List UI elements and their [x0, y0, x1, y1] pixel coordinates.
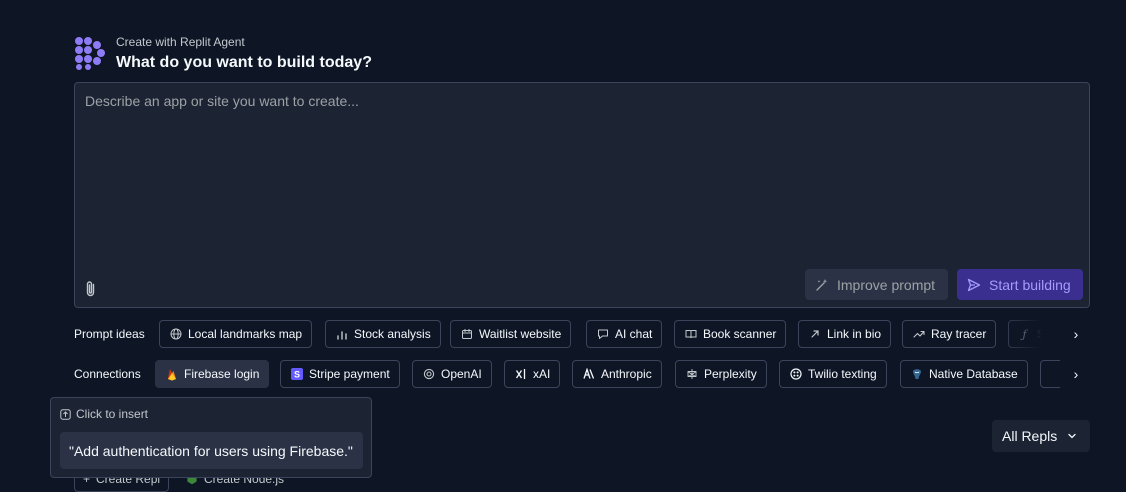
prompt-idea-chip[interactable]: Book scanner [674, 320, 787, 348]
prompt-ideas-row: Prompt ideas Local landmarks map Stock a… [74, 320, 1090, 348]
improve-prompt-label: Improve prompt [837, 276, 936, 293]
prompt-idea-label: St [1037, 327, 1049, 341]
chevron-right-icon[interactable]: › [1066, 360, 1086, 388]
connections-list: Firebase login S Stripe payment OpenAI x… [155, 360, 1060, 388]
prompt-idea-chip[interactable]: AI chat [586, 320, 663, 348]
prompt-idea-label: Book scanner [703, 327, 777, 341]
connection-chip-database[interactable]: Native Database [900, 360, 1028, 388]
start-building-label: Start building [989, 276, 1071, 293]
svg-text:S: S [293, 370, 299, 380]
prompt-idea-label: Ray tracer [931, 327, 987, 341]
link-icon [808, 328, 821, 341]
start-building-button[interactable]: Start building [957, 269, 1083, 300]
connection-chip-stripe[interactable]: S Stripe payment [280, 360, 400, 388]
globe-icon [169, 328, 182, 341]
prompt-idea-chip[interactable]: Link in bio [798, 320, 892, 348]
connection-chip-partial[interactable] [1040, 360, 1060, 388]
insert-tooltip: Click to insert "Add authentication for … [50, 397, 372, 478]
agent-page: Create with Replit Agent What do you wan… [0, 0, 1126, 492]
connection-label: Twilio texting [808, 367, 877, 381]
paperclip-icon[interactable] [84, 280, 98, 298]
twilio-icon [789, 368, 802, 381]
connection-chip-perplexity[interactable]: Perplexity [675, 360, 767, 388]
firebase-icon [165, 368, 178, 381]
sparkle-wand-icon [816, 278, 828, 291]
agent-header: Create with Replit Agent What do you wan… [74, 34, 372, 74]
function-icon: ƒ [1022, 327, 1027, 341]
book-icon [684, 328, 697, 341]
connection-label: Anthropic [601, 367, 652, 381]
anthropic-icon [582, 368, 595, 381]
trend-icon [912, 328, 925, 341]
prompt-ideas-list: Local landmarks map Stock analysis Waitl… [159, 320, 1060, 348]
connection-label: Perplexity [704, 367, 757, 381]
connection-chip-anthropic[interactable]: Anthropic [572, 360, 662, 388]
perplexity-icon [685, 368, 698, 381]
xai-icon [514, 368, 527, 381]
prompt-idea-chip[interactable]: Ray tracer [902, 320, 997, 348]
prompt-idea-chip[interactable]: Stock analysis [325, 320, 441, 348]
prompt-idea-chip[interactable]: Waitlist website [450, 320, 572, 348]
bar-chart-icon [335, 328, 348, 341]
connection-chip-openai[interactable]: OpenAI [412, 360, 492, 388]
connections-label: Connections [74, 367, 141, 381]
prompt-input[interactable] [75, 83, 1089, 263]
repls-filter-label: All Repls [1002, 428, 1058, 444]
connection-chip-twilio[interactable]: Twilio texting [779, 360, 887, 388]
tooltip-header-label: Click to insert [76, 407, 149, 421]
connection-label: Native Database [929, 367, 1018, 381]
prompt-ideas-label: Prompt ideas [74, 327, 145, 341]
replit-agent-logo-icon [75, 37, 105, 70]
prompt-idea-label: Waitlist website [479, 327, 562, 341]
connection-label: OpenAI [441, 367, 482, 381]
calendar-icon [460, 328, 473, 341]
agent-subtitle: Create with Replit Agent [116, 35, 245, 49]
chevron-down-icon [1068, 433, 1076, 439]
send-icon [967, 278, 981, 291]
tooltip-header: Click to insert [60, 407, 148, 421]
tooltip-suggestion[interactable]: "Add authentication for users using Fire… [60, 432, 363, 469]
prompt-idea-label: AI chat [615, 327, 653, 341]
database-icon [910, 368, 923, 381]
openai-icon [422, 368, 435, 381]
prompt-idea-chip[interactable]: ƒ St [1008, 320, 1060, 348]
stripe-icon: S [290, 368, 303, 381]
prompt-idea-label: Stock analysis [354, 327, 431, 341]
connection-label: xAI [533, 367, 551, 381]
connection-chip-xai[interactable]: xAI [504, 360, 561, 388]
prompt-idea-label: Link in bio [827, 327, 882, 341]
connection-label: Stripe payment [309, 367, 390, 381]
chevron-right-icon[interactable]: › [1066, 320, 1086, 348]
chat-icon [596, 328, 609, 341]
insert-icon [60, 408, 71, 420]
prompt-idea-chip[interactable]: Local landmarks map [159, 320, 313, 348]
connection-chip-firebase[interactable]: Firebase login [155, 360, 270, 388]
improve-prompt-button[interactable]: Improve prompt [805, 269, 948, 300]
connections-row: Connections Firebase login S Stripe paym… [74, 360, 1090, 388]
page-title: What do you want to build today? [116, 54, 372, 71]
prompt-box: Improve prompt Start building [74, 82, 1090, 308]
connection-label: Firebase login [184, 367, 260, 381]
prompt-idea-label: Local landmarks map [188, 327, 303, 341]
repls-filter-dropdown[interactable]: All Repls [992, 420, 1090, 452]
